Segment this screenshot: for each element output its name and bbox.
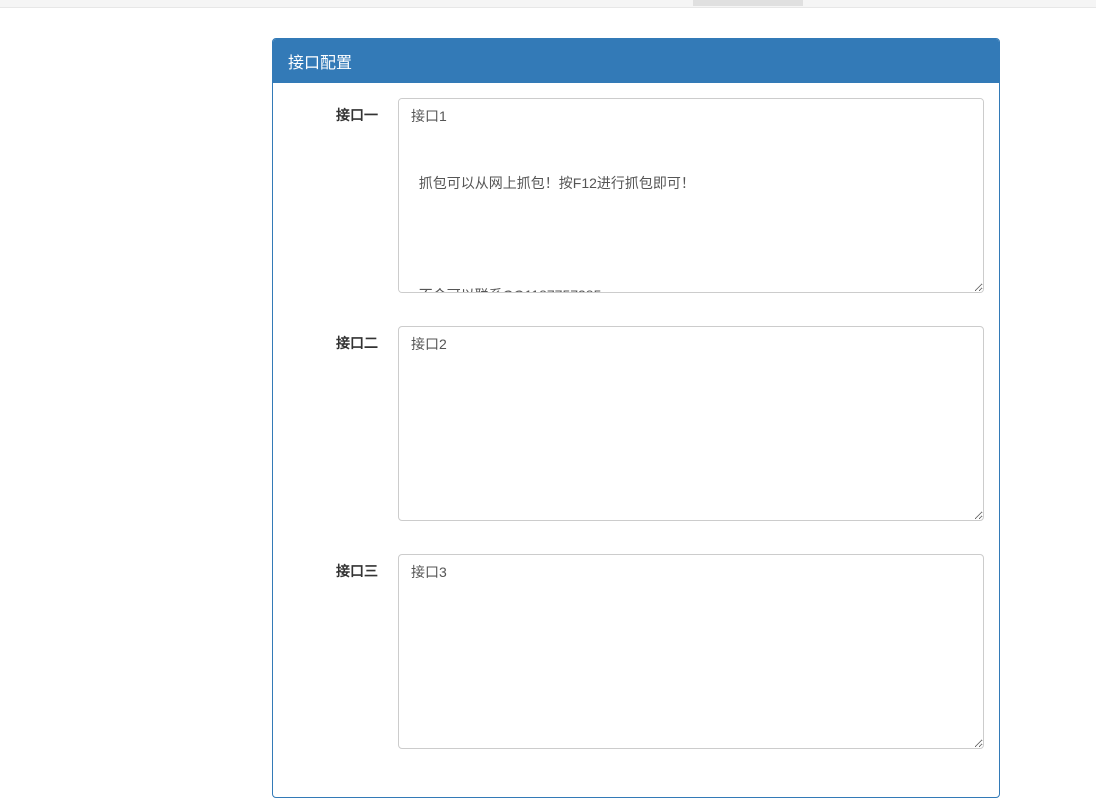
label-interface-3: 接口三 [288, 554, 398, 752]
label-interface-2: 接口二 [288, 326, 398, 524]
textarea-interface-3[interactable] [398, 554, 984, 749]
top-tab-indicator [693, 0, 803, 6]
panel-body: 接口一 接口二 接口三 [273, 83, 999, 797]
field-group-interface-2: 接口二 [288, 326, 984, 524]
main-container: 接口配置 接口一 接口二 接口三 [0, 8, 1096, 798]
field-wrapper-3 [398, 554, 984, 752]
textarea-interface-1[interactable] [398, 98, 984, 293]
textarea-interface-2[interactable] [398, 326, 984, 521]
field-wrapper-2 [398, 326, 984, 524]
field-wrapper-1 [398, 98, 984, 296]
panel-title: 接口配置 [273, 39, 999, 83]
interface-config-panel: 接口配置 接口一 接口二 接口三 [272, 38, 1000, 798]
label-interface-1: 接口一 [288, 98, 398, 296]
top-bar [0, 0, 1096, 8]
field-group-interface-1: 接口一 [288, 98, 984, 296]
field-group-interface-3: 接口三 [288, 554, 984, 752]
